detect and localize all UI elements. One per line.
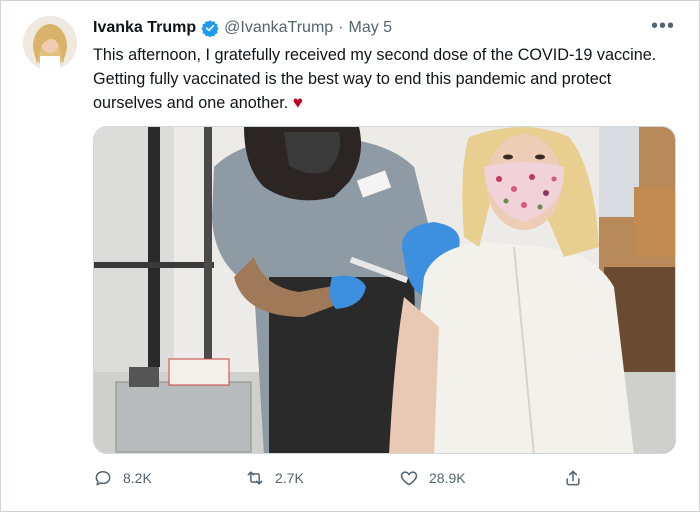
like-count: 28.9K <box>429 470 466 486</box>
share-upload-icon <box>566 470 580 486</box>
red-heart-emoji: ♥ <box>292 93 303 112</box>
more-options-icon[interactable]: ••• <box>651 15 675 38</box>
tweet-card[interactable]: Ivanka Trump @IvankaTrump · May 5 ••• Th… <box>0 0 700 512</box>
like-button[interactable]: 28.9K <box>399 468 466 488</box>
heart-outline-icon <box>400 471 418 486</box>
vaccination-photo <box>94 127 675 453</box>
retweet-icon <box>247 471 263 485</box>
tweet-text: This afternoon, I gratefully received my… <box>93 43 683 115</box>
tweet-text-content: This afternoon, I gratefully received my… <box>93 46 657 112</box>
author-name[interactable]: Ivanka Trump <box>93 19 196 37</box>
avatar-image <box>23 16 77 70</box>
verified-badge-icon <box>201 19 219 37</box>
tweet-photo[interactable] <box>93 126 676 454</box>
reply-bubble-icon <box>95 471 111 486</box>
retweet-count: 2.7K <box>275 470 304 486</box>
author-handle[interactable]: @IvankaTrump <box>224 19 333 37</box>
share-button[interactable] <box>563 468 583 488</box>
tweet-date[interactable]: May 5 <box>349 19 393 37</box>
reply-button[interactable]: 8.2K <box>93 468 152 488</box>
tweet-actions: 8.2K 2.7K 28.9K <box>93 468 683 494</box>
separator-dot: · <box>338 19 344 36</box>
retweet-button[interactable]: 2.7K <box>245 468 304 488</box>
tweet-header: Ivanka Trump @IvankaTrump · May 5 <box>93 17 392 39</box>
author-avatar[interactable] <box>23 16 77 70</box>
reply-count: 8.2K <box>123 470 152 486</box>
